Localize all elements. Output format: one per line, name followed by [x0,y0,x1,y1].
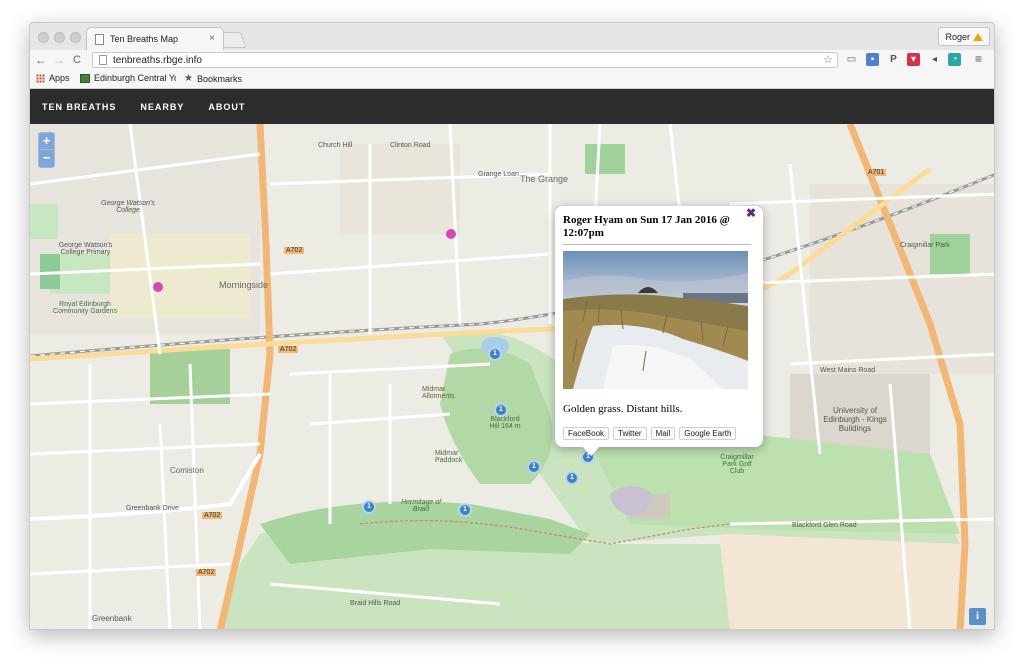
road-label: Clinton Road [390,142,431,149]
road-label: Blackford Glen Road [792,522,857,529]
tab-strip: Ten Breaths Map × Roger [30,23,994,50]
map-marker[interactable]: 1 [494,403,508,417]
map-marker[interactable]: 1 [362,500,376,514]
map-label: Midmar Paddock [435,450,463,464]
share-twitter-button[interactable]: Twitter [613,427,647,440]
share-google-earth-button[interactable]: Google Earth [679,427,737,440]
bookmark-label: Edinburgh Central Yo [94,73,176,83]
back-icon[interactable]: ← [34,53,48,67]
bookmark-star-icon[interactable]: ☆ [823,53,833,66]
map-marker[interactable]: 1 [488,347,502,361]
tab-title: Ten Breaths Map [110,34,179,44]
zoom-in-button[interactable]: + [39,133,54,150]
road-label: A702 [278,346,299,353]
bookmark-folder[interactable]: ★ Bookmarks [184,73,242,84]
map-label: Craigmillar Park Golf Club [720,454,754,475]
map-label: George Watson's College [101,200,155,214]
road-label: A702 [196,569,217,576]
tab-close-icon[interactable]: × [209,33,215,44]
marker-popup: ✖ Roger Hyam on Sun 17 Jan 2016 @ 12:07p… [555,206,763,456]
maximize-window-button[interactable] [70,32,81,43]
map-label: Morningside [219,280,269,290]
browser-toolbar: ← → C tenbreaths.rbge.info ☆ ▭ ▪ P ▾ ◂ ◔… [30,50,994,70]
map-label: Hermitage of Braid [400,499,442,513]
bookmark-label: Apps [49,73,70,83]
map-label: George Watson's College Primary [58,242,113,256]
tab-active[interactable]: Ten Breaths Map × [86,27,224,50]
popup-close-icon[interactable]: ✖ [746,206,756,220]
share-mail-button[interactable]: Mail [650,427,676,440]
road-label: West Mains Road [820,367,876,374]
forward-icon[interactable]: → [52,53,66,67]
map-tiles [30,124,994,629]
road-label: Grange Loan [478,171,519,178]
map-label: Royal Edinburgh Community Gardens [52,301,118,315]
bookmark-apps[interactable]: Apps [36,73,70,83]
map-label: Greenbank [92,614,132,623]
map-canvas[interactable]: The Grange Morningside Comiston Hermitag… [30,124,994,629]
url-text: tenbreaths.rbge.info [113,54,202,66]
popup-caption: Golden grass. Distant hills. [563,403,683,415]
profile-name: Roger [945,31,970,42]
map-label: University of Edinburgh - Kings Building… [823,406,887,433]
road-label: Greenbank Drive [126,505,179,512]
zoom-control: + − [38,132,55,168]
menu-icon[interactable]: ≡ [972,53,985,66]
bookmark-edinburgh[interactable]: Edinburgh Central Yo [80,73,176,83]
road-label: A701 [866,169,887,176]
page-icon [95,33,104,45]
map-info-button[interactable]: i [969,608,986,625]
map-label: Comiston [170,466,204,475]
bookmarks-bar: Apps Edinburgh Central Yo ★ Bookmarks [30,70,994,89]
pinterest-icon[interactable]: P [887,53,900,66]
address-bar[interactable]: tenbreaths.rbge.info ☆ [92,52,838,68]
share-buttons: FaceBook Twitter Mail Google Earth [563,427,755,440]
extension-icon[interactable]: ▪ [866,53,879,66]
landscape-photo [563,251,748,389]
map-label: Midmar Allotments [422,386,455,400]
feed-icon[interactable]: ◔ [948,53,961,66]
popup-tip [582,446,600,456]
warning-icon [973,32,983,41]
map-marker[interactable]: 1 [458,503,472,517]
map-marker[interactable]: 1 [565,471,579,485]
nav-ten-breaths[interactable]: TEN BREATHS [42,102,116,112]
popup-title: Roger Hyam on Sun 17 Jan 2016 @ 12:07pm [563,214,751,245]
nav-nearby[interactable]: NEARBY [140,102,184,112]
road-label: Church Hill [318,142,353,149]
road-label: Braid Hills Road [350,600,401,607]
audio-icon[interactable]: ◂ [928,53,941,66]
road-label: A702 [202,512,223,519]
apps-icon [36,73,45,83]
page-icon [99,55,107,65]
site-icon [80,73,90,83]
share-facebook-button[interactable]: FaceBook [563,427,610,440]
cast-icon[interactable]: ▭ [845,53,858,66]
map-marker[interactable]: 1 [527,460,541,474]
minimize-window-button[interactable] [54,32,65,43]
close-window-button[interactable] [38,32,49,43]
popup-photo [563,251,748,389]
zoom-out-button[interactable]: − [39,150,54,167]
nav-about[interactable]: ABOUT [208,102,245,112]
star-icon: ★ [184,73,193,84]
profile-button[interactable]: Roger [938,27,990,46]
road-label: Craigmillar Park [900,242,950,249]
map-label: The Grange [520,174,569,184]
map-label: Blackford Hill 164 m [489,416,521,430]
reload-icon[interactable]: C [70,54,84,66]
road-label: A702 [284,247,305,254]
browser-window: Ten Breaths Map × Roger ← → C tenbreaths… [29,22,995,630]
site-navbar: TEN BREATHS NEARBY ABOUT [30,89,994,124]
pocket-icon[interactable]: ▾ [907,53,920,66]
bookmark-label: Bookmarks [196,73,242,84]
